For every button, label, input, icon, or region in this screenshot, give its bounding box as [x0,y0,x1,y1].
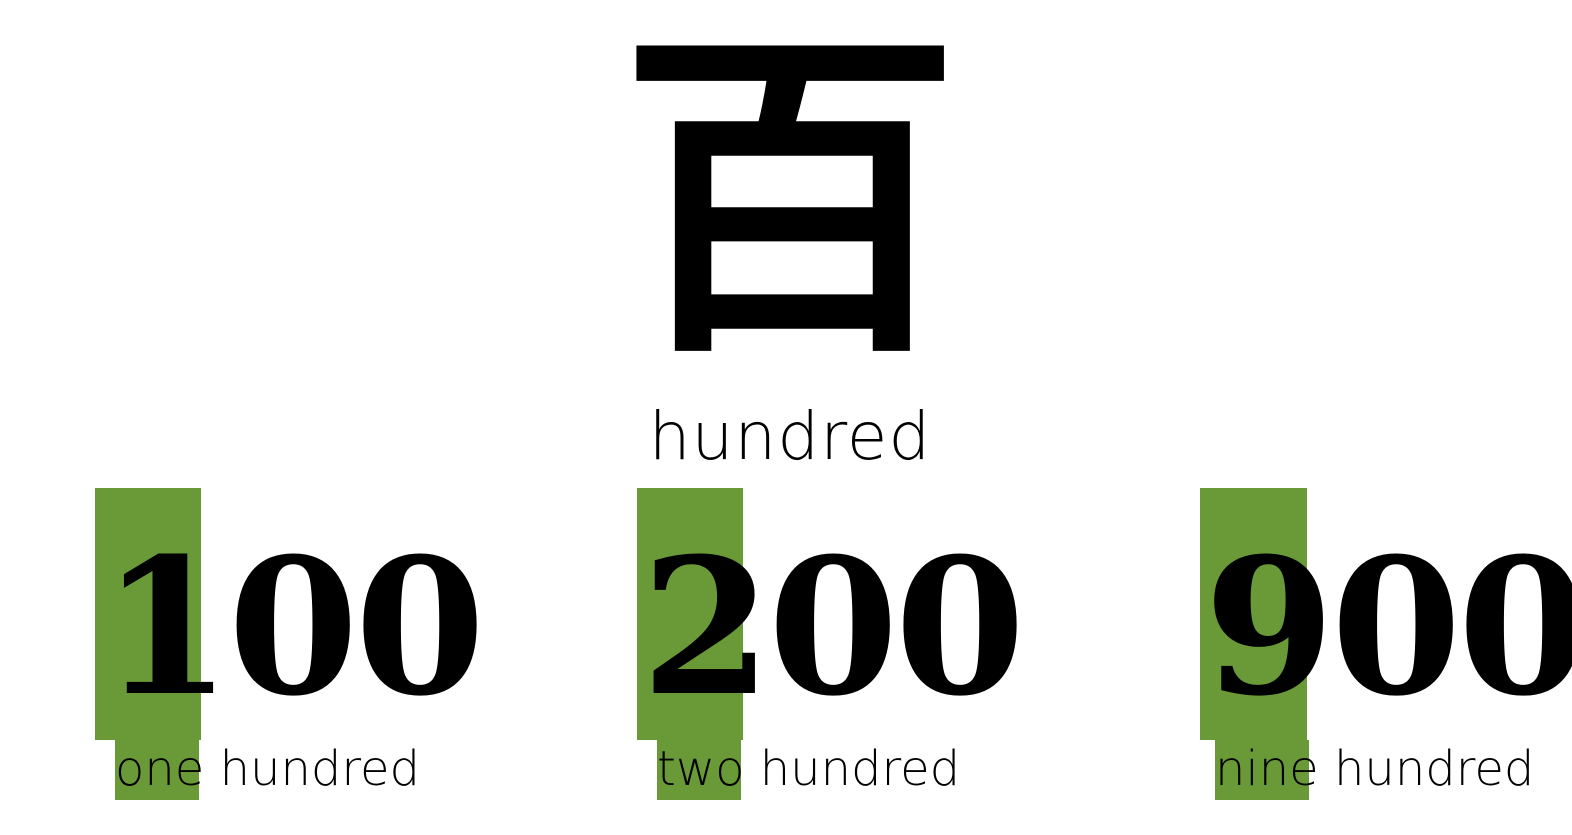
numeral: 200 [641,528,1025,728]
number-group-900: 900 nine hundred [1200,488,1572,808]
number-group-100: 100 one hundred [95,488,485,808]
numeral: 100 [101,528,485,728]
lead-digit: 2 [641,517,772,738]
reading: nine hundred [1215,738,1534,800]
multiplier-word: one [115,741,205,797]
lead-digit: 1 [101,517,232,738]
reading: two hundred [657,738,960,800]
unit-word: hundred [1333,741,1535,797]
unit-word: hundred [759,741,961,797]
rest-digits: 00 [227,517,486,738]
kanji-character: 百 [620,0,960,399]
numeral: 900 [1204,528,1572,728]
number-group-200: 200 two hundred [637,488,1025,808]
lead-digit: 9 [1204,517,1335,738]
reading: one hundred [115,738,420,800]
unit-word: hundred [219,741,421,797]
rest-digits: 00 [767,517,1026,738]
rest-digits: 00 [1330,517,1572,738]
kanji-reading: hundred [648,398,932,475]
multiplier-word: nine [1215,741,1319,797]
multiplier-word: two [657,741,745,797]
